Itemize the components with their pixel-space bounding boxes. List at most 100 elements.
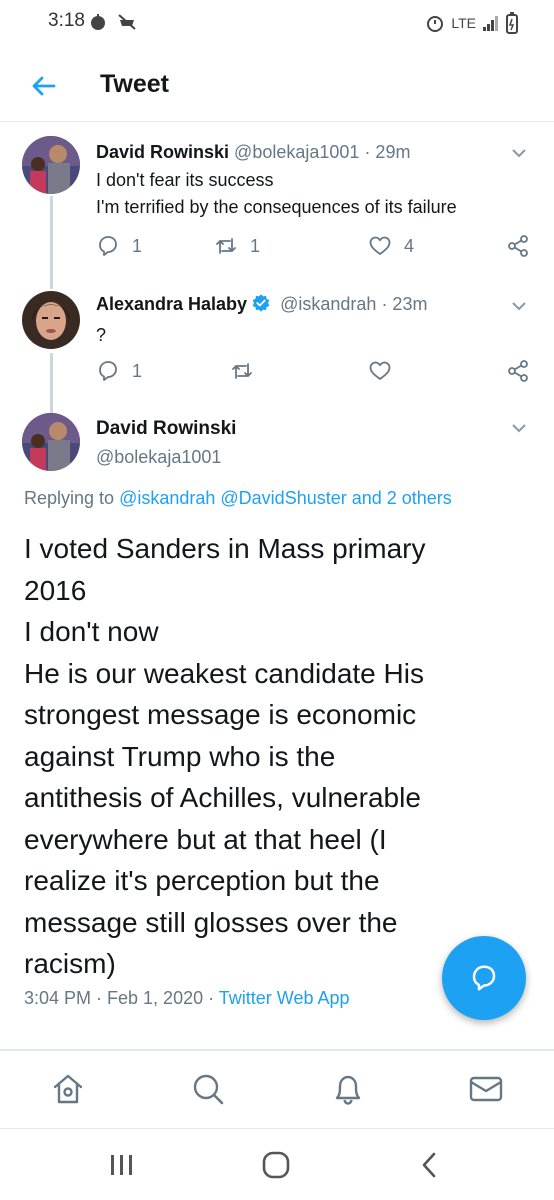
chevron-down-icon[interactable] [510, 297, 528, 315]
main-author-handle[interactable]: @bolekaja1001 [96, 447, 221, 468]
bottom-nav [0, 1050, 554, 1128]
back-chevron-icon [422, 1152, 436, 1178]
avatar-photo [22, 413, 80, 471]
replying-to-link[interactable]: @iskandrah @DavidShuster and 2 others [119, 488, 452, 508]
status-icons-right: LTE [425, 12, 518, 34]
tweet-text: ? [96, 322, 106, 349]
heart-icon [369, 236, 391, 255]
share-button[interactable] [506, 359, 530, 383]
tweet-text-line: I voted Sanders in Mass primary [24, 533, 426, 564]
tweet-actions: 1 1 4 [96, 234, 536, 264]
reply-button[interactable]: 1 [96, 359, 142, 383]
tweet-text-line: I'm terrified by the consequences of its… [96, 197, 457, 217]
top-app-bar: Tweet [0, 48, 554, 122]
tweet-text-line: everywhere but at that heel (I [24, 823, 387, 855]
replying-to: Replying to @iskandrah @DavidShuster and… [24, 488, 452, 509]
tweet-text-line: He is our weakest candidate His [24, 657, 424, 689]
tweet-header: David Rowinski @bolekaja1001 · 29m [96, 142, 410, 163]
nav-messages[interactable] [468, 1071, 504, 1107]
avatar-photo [22, 136, 80, 194]
verified-badge-icon [252, 294, 270, 312]
tweet-text-line: strongest message is economic [24, 699, 417, 730]
notifications-icon [335, 1075, 361, 1105]
like-button[interactable]: 4 [368, 234, 414, 258]
reply-fab-button[interactable] [442, 936, 526, 1020]
thread-line [50, 353, 53, 405]
system-home-button[interactable] [260, 1151, 292, 1179]
tweet-header: Alexandra Halaby @iskandrah · 23m [96, 293, 427, 315]
main-author-name[interactable]: David Rowinski [96, 418, 236, 440]
tweet-text-line: realize it's perception but the [24, 865, 380, 896]
arrow-left-icon [32, 76, 56, 96]
tweet-text-line: ? [96, 325, 107, 345]
reply-button[interactable]: 1 [96, 234, 142, 258]
nav-home[interactable] [50, 1071, 86, 1107]
avatar-photo [22, 291, 80, 349]
share-icon [508, 360, 528, 382]
nav-notifications[interactable] [330, 1071, 366, 1107]
search-icon [193, 1074, 224, 1105]
recents-button[interactable] [106, 1151, 138, 1179]
author-handle[interactable]: @iskandrah [280, 294, 376, 314]
network-type: LTE [451, 15, 476, 31]
alarm-clock-icon [91, 14, 105, 30]
system-back-button[interactable] [414, 1151, 446, 1179]
tweet-meta: 3:04 PM · Feb 1, 2020 · Twitter Web App [24, 988, 350, 1009]
author-name[interactable]: Alexandra Halaby [96, 294, 247, 314]
author-handle[interactable]: @bolekaja1001 [234, 142, 359, 162]
share-icon [508, 235, 528, 257]
author-name[interactable]: David Rowinski [96, 142, 229, 162]
tweet-text: I don't fear its success I'm terrified b… [96, 167, 457, 221]
messages-icon [469, 1076, 503, 1102]
status-time: 3:18 [48, 10, 85, 31]
tweet-time: · 29m [364, 142, 411, 162]
alarm-icon [427, 16, 444, 32]
tweet-text-line: I don't fear its success [96, 170, 274, 190]
reply-count: 1 [132, 360, 143, 381]
tweet-source-link[interactable]: Twitter Web App [219, 988, 350, 1008]
avatar[interactable] [22, 136, 80, 194]
tweet-text-line: antithesis of Achilles, vulnerable [24, 782, 421, 813]
tweet-text-line: 2016 [24, 574, 87, 606]
compose-reply-icon [472, 965, 496, 991]
retweet-icon [232, 363, 252, 379]
tweet-text-line: against Trump who is the [24, 740, 336, 772]
like-count: 4 [404, 235, 415, 256]
reply-icon [99, 361, 117, 381]
back-button[interactable] [28, 70, 60, 102]
heart-icon [369, 361, 391, 380]
system-nav-bar [0, 1128, 554, 1200]
status-bar: 3:18 LTE [0, 0, 554, 48]
like-button[interactable] [368, 359, 404, 383]
main-tweet-text: I voted Sanders in Mass primary 2016 I d… [24, 528, 534, 985]
tweet-timestamp: 3:04 PM · Feb 1, 2020 · [24, 988, 215, 1008]
home-icon [53, 1074, 83, 1104]
avatar[interactable] [22, 413, 80, 471]
replying-prefix: Replying to [24, 488, 115, 508]
nav-search[interactable] [190, 1071, 226, 1107]
chevron-down-icon[interactable] [510, 144, 528, 162]
page-title: Tweet [100, 70, 169, 98]
battery-icon [506, 12, 518, 34]
tweet-actions: 1 [96, 359, 536, 389]
retweet-button[interactable]: 1 [214, 234, 260, 258]
thread-line [50, 277, 53, 289]
retweet-button[interactable] [230, 359, 266, 383]
signal-icon [483, 16, 498, 31]
reply-icon [99, 236, 117, 256]
avatar[interactable] [22, 291, 80, 349]
home-circle-icon [262, 1151, 290, 1179]
tweet-time: · 23m [381, 294, 428, 314]
tweet-text-line: message still glosses over the [24, 906, 398, 938]
reply-count: 1 [132, 235, 143, 256]
retweet-count: 1 [250, 235, 261, 256]
chevron-down-icon[interactable] [510, 419, 528, 437]
thread-tweet-1[interactable]: David Rowinski @bolekaja1001 · 29m I don… [0, 122, 554, 277]
thread-line [50, 196, 53, 277]
thread-tweet-2[interactable]: Alexandra Halaby @iskandrah · 23m ? 1 [0, 277, 554, 405]
tweet-text-line: I don't now [24, 616, 159, 647]
share-button[interactable] [506, 234, 530, 258]
recents-icon [111, 1155, 132, 1175]
notifications-off-icon [118, 14, 136, 30]
status-icons-left [88, 12, 138, 32]
